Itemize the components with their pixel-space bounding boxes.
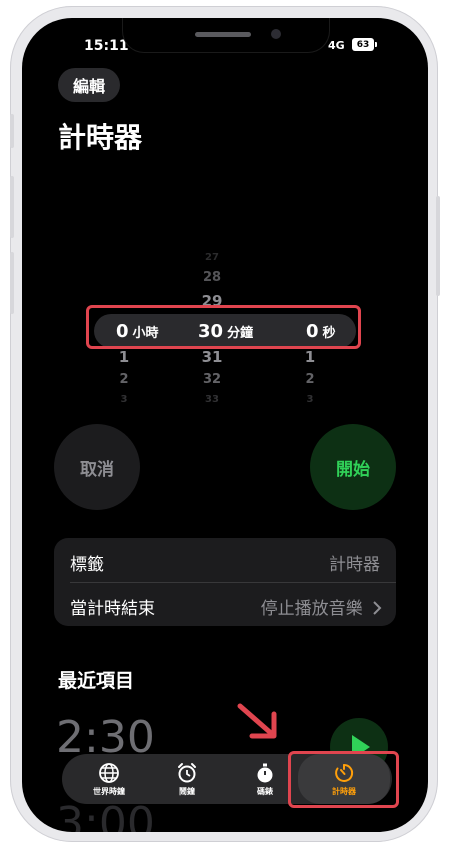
when-timer-ends-text: 停止播放音樂 bbox=[260, 599, 363, 619]
globe-icon bbox=[99, 762, 119, 783]
front-camera bbox=[271, 29, 281, 39]
status-time: 15:11 bbox=[84, 38, 129, 54]
wheel-item: 32 bbox=[202, 372, 222, 387]
tab-world-clock[interactable]: 世界時鐘 bbox=[72, 754, 146, 804]
label-row-value: 計時器 bbox=[329, 555, 380, 575]
wheel-item: 3 bbox=[306, 394, 314, 405]
battery-level: 63 bbox=[356, 39, 370, 50]
timer-settings-card: 標籤 計時器 當計時結束 停止播放音樂 bbox=[54, 538, 396, 626]
wheel-item: 1 bbox=[304, 348, 316, 366]
volume-up-button bbox=[10, 176, 14, 238]
annotation-arrow-icon bbox=[237, 703, 277, 739]
phone-screen: 15:11 4G 63 編輯 計時器 1 2 3 27 28 29 31 32 … bbox=[22, 18, 428, 832]
alarm-clock-icon bbox=[178, 762, 196, 782]
label-row-title: 標籤 bbox=[70, 555, 104, 575]
stopwatch-icon bbox=[257, 763, 273, 782]
page-title: 計時器 bbox=[58, 121, 143, 154]
network-indicator: 4G bbox=[328, 39, 345, 52]
wheel-item: 3 bbox=[120, 394, 128, 405]
edit-button[interactable]: 編輯 bbox=[58, 68, 120, 102]
timer-tab-annotation-box bbox=[288, 751, 399, 808]
label-row[interactable]: 標籤 計時器 bbox=[54, 538, 396, 582]
notch bbox=[122, 18, 330, 53]
tab-label: 鬧鐘 bbox=[179, 786, 195, 796]
cancel-button[interactable]: 取消 bbox=[54, 424, 140, 510]
when-timer-ends-title: 當計時結束 bbox=[70, 599, 155, 619]
start-button[interactable]: 開始 bbox=[310, 424, 396, 510]
wheel-item: 27 bbox=[205, 252, 219, 263]
wheel-item: 1 bbox=[118, 348, 130, 366]
wheel-item: 28 bbox=[202, 270, 222, 285]
when-timer-ends-value: 停止播放音樂 bbox=[261, 594, 382, 619]
volume-down-button bbox=[10, 252, 14, 314]
power-button bbox=[436, 196, 440, 296]
tab-label: 世界時鐘 bbox=[93, 786, 125, 796]
tab-label: 碼錶 bbox=[257, 786, 273, 796]
wheel-item: 33 bbox=[205, 394, 219, 405]
speaker bbox=[195, 32, 251, 37]
wheel-item: 2 bbox=[119, 372, 129, 387]
mute-switch bbox=[10, 114, 14, 148]
wheel-item: 31 bbox=[201, 348, 223, 366]
wheel-item: 2 bbox=[305, 372, 315, 387]
recent-section-title: 最近項目 bbox=[58, 670, 135, 692]
battery-icon: 63 bbox=[352, 38, 377, 51]
when-timer-ends-row[interactable]: 當計時結束 停止播放音樂 bbox=[54, 583, 396, 626]
chevron-right-icon bbox=[373, 601, 382, 615]
tab-alarm[interactable]: 鬧鐘 bbox=[150, 754, 224, 804]
picker-annotation-box bbox=[86, 305, 361, 349]
